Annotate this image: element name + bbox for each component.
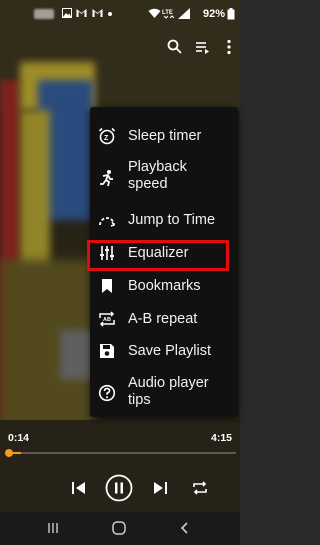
repeat-icon[interactable] [192,480,208,496]
gallery-icon [62,8,72,18]
menu-item-sleep-timer[interactable]: Z Sleep timer [90,127,238,147]
menu-item-label: Bookmarks [128,278,201,294]
sleep-timer-icon: Z [98,127,116,145]
bookmarks-highlight-box [87,240,229,271]
recents-icon[interactable] [46,521,60,535]
playlist-icon[interactable] [194,38,212,56]
menu-item-label: Save Playlist [128,343,212,359]
wifi-icon [148,8,161,18]
menu-item-label: Jump to Time [128,212,216,228]
help-icon [98,384,116,402]
back-icon[interactable] [178,521,192,535]
menu-item-ab-repeat[interactable]: AB A-B repeat [90,310,238,330]
more-vert-icon[interactable] [220,38,238,56]
svg-text:LTE: LTE [162,10,173,16]
running-figure-icon [100,170,113,187]
search-icon[interactable] [166,38,184,56]
svg-text:AB: AB [103,317,111,323]
home-icon[interactable] [111,521,127,535]
menu-item-playback-speed[interactable]: Playback speed [90,159,238,195]
menu-item-label: A-B repeat [128,311,198,327]
signal-icon [178,8,190,19]
lte-icon: LTE [162,10,175,19]
battery-icon [227,8,235,20]
status-bar: LTE 92% [0,0,240,30]
menu-item-label: Sleep timer [128,128,202,144]
save-icon [100,344,114,358]
elapsed-time: 0:14 [8,432,30,444]
menu-item-label: Playback speed [128,159,187,192]
blurred-time [34,9,54,19]
menu-item-label: Audio player tips [128,375,209,408]
seek-thumb[interactable] [5,449,13,457]
pause-icon[interactable] [105,474,133,502]
next-icon[interactable] [152,481,168,495]
svg-text:Z: Z [104,135,109,142]
system-nav-bar [0,512,240,545]
menu-item-bookmarks[interactable]: Bookmarks [90,277,238,297]
mail-icon [92,9,103,17]
battery-percent: 92% [203,8,226,20]
seek-bar[interactable] [8,452,236,454]
bookmark-icon [102,279,112,293]
ab-repeat-icon: AB [99,311,115,327]
previous-icon[interactable] [71,481,87,495]
dot-icon [108,12,112,16]
menu-item-audio-player-tips[interactable]: Audio player tips [90,375,238,411]
menu-item-save-playlist[interactable]: Save Playlist [90,342,238,362]
jump-arc-icon [99,217,116,227]
menu-item-jump-to-time[interactable]: Jump to Time [90,211,238,231]
duration-time: 4:15 [211,432,233,444]
gmail-icon [76,9,87,17]
